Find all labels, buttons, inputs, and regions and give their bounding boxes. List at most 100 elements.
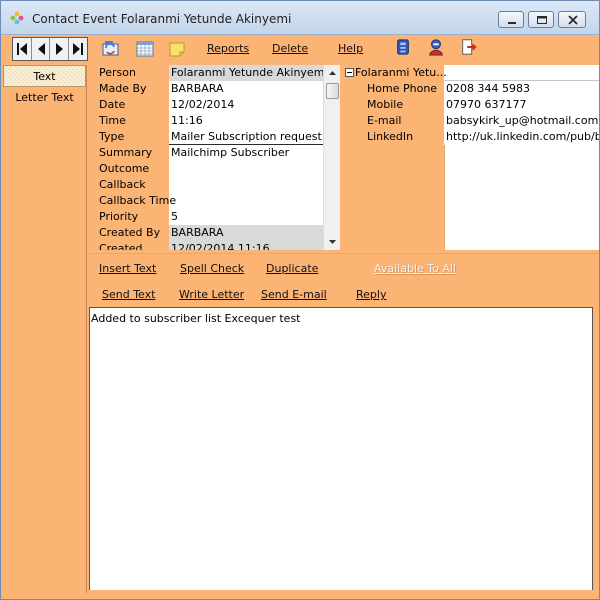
reports-link[interactable]: Reports — [207, 42, 249, 55]
property-row-type[interactable]: Type Mailer Subscription request sent — [89, 129, 323, 145]
scroll-up-icon[interactable] — [324, 65, 341, 82]
first-record-icon — [17, 43, 27, 55]
maximize-icon — [537, 16, 547, 24]
property-value[interactable]: 11:16 — [169, 113, 323, 129]
property-value[interactable]: 5 — [169, 209, 323, 225]
contact-field-value[interactable]: babsykirk_up@hotmail.com — [444, 113, 599, 129]
next-record-button[interactable] — [50, 38, 69, 60]
contact-tree-node[interactable]: Folaranmi Yetu... — [343, 65, 599, 81]
property-label: Callback Time — [89, 193, 176, 209]
note-icon[interactable] — [168, 40, 186, 58]
contact-details-tree: Folaranmi Yetu... Home Phone 0208 344 59… — [343, 65, 599, 250]
property-row-created[interactable]: Created 12/02/2014 11:16 — [89, 241, 323, 250]
property-value[interactable]: Mailer Subscription request sent — [169, 129, 323, 145]
property-row-made-by[interactable]: Made By BARBARA — [89, 81, 323, 97]
user-icon[interactable] — [427, 38, 445, 56]
last-record-icon — [72, 43, 83, 55]
contact-event-window: Contact Event Folaranmi Yetunde Akinyemi — [0, 0, 600, 600]
property-row-priority[interactable]: Priority 5 — [89, 209, 323, 225]
record-navigator — [12, 37, 88, 61]
note-bottom-border — [89, 590, 593, 594]
exit-icon[interactable] — [460, 38, 478, 56]
scroll-down-icon[interactable] — [324, 233, 341, 250]
property-label: Created By — [89, 225, 169, 241]
first-record-button[interactable] — [13, 38, 32, 60]
property-label: Created — [89, 241, 169, 250]
last-record-button[interactable] — [69, 38, 87, 60]
property-value[interactable]: BARBARA — [169, 81, 323, 97]
property-label: Outcome — [89, 161, 169, 177]
previous-record-button[interactable] — [32, 38, 50, 60]
available-to-all-link[interactable]: Available To All — [374, 262, 456, 275]
send-text-link[interactable]: Send Text — [102, 288, 155, 301]
minimize-button[interactable] — [498, 11, 524, 28]
property-value[interactable]: 12/02/2014 11:16 — [169, 241, 323, 250]
contact-field-label: Home Phone — [343, 81, 444, 97]
contact-field-value[interactable]: 07970 637177 — [444, 97, 599, 113]
reply-link[interactable]: Reply — [356, 288, 386, 301]
event-note-textarea[interactable]: Added to subscriber list Excequer test — [89, 307, 593, 591]
calendar-grid-icon[interactable] — [136, 40, 154, 58]
property-value[interactable]: BARBARA — [169, 225, 323, 241]
action-bar: Insert Text Spell Check Duplicate Availa… — [89, 253, 599, 307]
property-label: Made By — [89, 81, 169, 97]
send-email-link[interactable]: Send E-mail — [261, 288, 327, 301]
property-row-person[interactable]: Person Folaranmi Yetunde Akinyemi — [89, 65, 323, 81]
title-bar[interactable]: Contact Event Folaranmi Yetunde Akinyemi — [1, 1, 599, 35]
window-title: Contact Event Folaranmi Yetunde Akinyemi — [32, 12, 292, 26]
maximize-button[interactable] — [528, 11, 554, 28]
contact-name-label[interactable]: Folaranmi Yetu... — [343, 65, 447, 81]
contact-tree-label-column — [343, 145, 444, 250]
contact-field-linkedin[interactable]: LinkedIn http://uk.linkedin.com/pub/ba — [343, 129, 599, 145]
property-row-time[interactable]: Time 11:16 — [89, 113, 323, 129]
close-button[interactable] — [558, 11, 586, 28]
property-label: Date — [89, 97, 169, 113]
help-link[interactable]: Help — [338, 42, 363, 55]
contact-name-value — [444, 65, 599, 81]
property-row-outcome[interactable]: Outcome — [89, 161, 323, 177]
scroll-thumb[interactable] — [326, 83, 339, 99]
contact-field-label: LinkedIn — [343, 129, 444, 145]
contact-field-email[interactable]: E-mail babsykirk_up@hotmail.com — [343, 113, 599, 129]
tab-strip: Text Letter Text — [3, 65, 87, 593]
delete-link[interactable]: Delete — [272, 42, 308, 55]
spell-check-link[interactable]: Spell Check — [180, 262, 244, 275]
write-letter-link[interactable]: Write Letter — [179, 288, 244, 301]
property-value[interactable] — [169, 193, 323, 209]
database-icon[interactable] — [394, 38, 412, 56]
property-grid-scrollbar[interactable] — [323, 65, 340, 250]
app-logo-icon — [10, 11, 24, 25]
property-label: Person — [89, 65, 169, 81]
property-row-summary[interactable]: Summary Mailchimp Subscriber — [89, 145, 323, 161]
property-label: Callback — [89, 177, 169, 193]
tab-letter-text[interactable]: Letter Text — [3, 87, 86, 109]
previous-record-icon — [37, 43, 45, 55]
property-label: Priority — [89, 209, 169, 225]
property-label: Time — [89, 113, 169, 129]
duplicate-link[interactable]: Duplicate — [266, 262, 318, 275]
contact-tree-divider — [444, 145, 445, 250]
property-label: Type — [89, 129, 169, 145]
tab-text[interactable]: Text — [3, 65, 86, 87]
contact-field-label: Mobile — [343, 97, 444, 113]
contact-field-home-phone[interactable]: Home Phone 0208 344 5983 — [343, 81, 599, 97]
contact-field-value[interactable]: 0208 344 5983 — [444, 81, 599, 97]
property-value[interactable]: 12/02/2014 — [169, 97, 323, 113]
property-value[interactable]: Folaranmi Yetunde Akinyemi — [169, 65, 323, 81]
insert-text-link[interactable]: Insert Text — [99, 262, 156, 275]
property-row-date[interactable]: Date 12/02/2014 — [89, 97, 323, 113]
property-row-callback[interactable]: Callback — [89, 177, 323, 193]
property-value[interactable] — [169, 177, 323, 193]
property-row-created-by[interactable]: Created By BARBARA — [89, 225, 323, 241]
next-record-icon — [56, 43, 63, 55]
contact-field-value[interactable]: http://uk.linkedin.com/pub/ba — [444, 129, 599, 145]
collapse-icon[interactable] — [345, 67, 354, 77]
property-row-callback-time[interactable]: Callback Time — [89, 193, 323, 209]
property-value[interactable]: Mailchimp Subscriber — [169, 145, 323, 161]
contact-name: Folaranmi Yetu... — [355, 66, 447, 79]
event-property-grid: Person Folaranmi Yetunde Akinyemi Made B… — [89, 65, 323, 250]
contact-field-mobile[interactable]: Mobile 07970 637177 — [343, 97, 599, 113]
close-icon — [568, 15, 578, 25]
property-value[interactable] — [169, 161, 323, 177]
refresh-contacts-icon[interactable] — [102, 40, 120, 58]
